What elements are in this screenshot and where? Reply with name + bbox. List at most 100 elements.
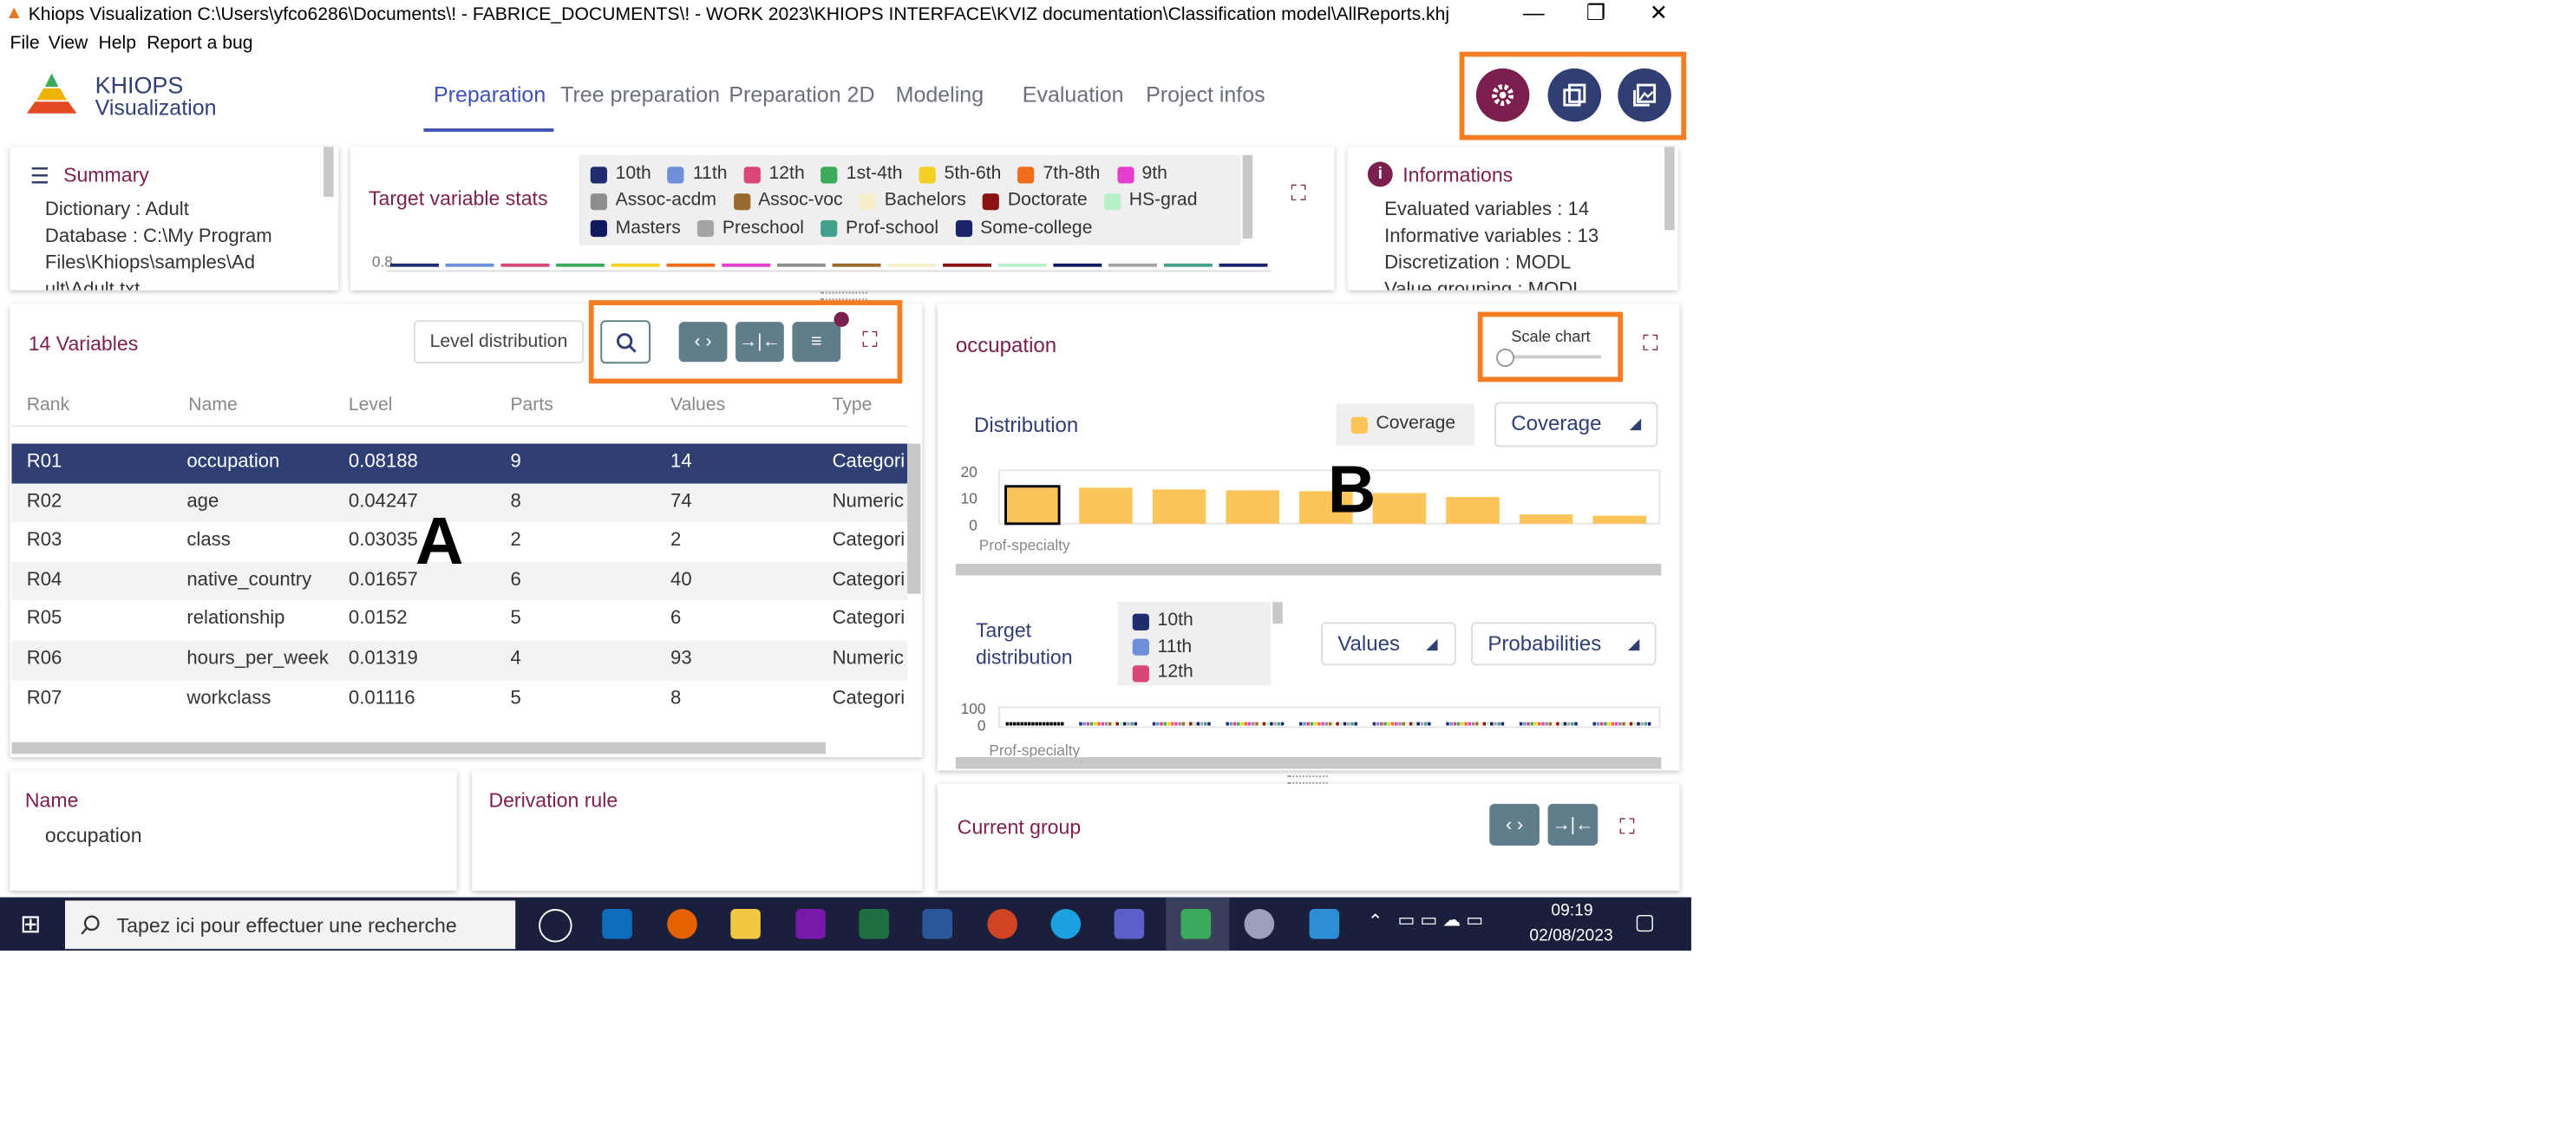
scale-chart-slider-track[interactable] <box>1500 355 1602 359</box>
target-distribution-bar[interactable] <box>1178 722 1181 726</box>
search-button[interactable] <box>600 320 651 364</box>
target-distribution-bar[interactable] <box>1031 722 1035 726</box>
target-distribution-bar[interactable] <box>1416 722 1420 726</box>
task-view-icon[interactable] <box>539 909 572 943</box>
target-distribution-bar[interactable] <box>1592 722 1596 726</box>
target-distribution-bar[interactable] <box>1332 722 1336 726</box>
target-distribution-legend-item[interactable]: 12th <box>1132 661 1193 687</box>
probabilities-select[interactable]: Probabilities ◢ <box>1471 622 1657 666</box>
target-distribution-bar[interactable] <box>1479 722 1482 726</box>
target-distribution-bar[interactable] <box>1174 722 1178 726</box>
target-distribution-bar[interactable] <box>1244 722 1248 726</box>
target-distribution-bar[interactable] <box>1413 722 1416 726</box>
target-distribution-bar[interactable] <box>1383 722 1387 726</box>
target-distribution-bar[interactable] <box>1273 722 1277 726</box>
table-row[interactable]: R05 relationship 0.0152 5 6 Categori <box>11 601 907 640</box>
distribution-bar[interactable] <box>1004 485 1061 526</box>
target-distribution-bar[interactable] <box>1108 722 1112 726</box>
summary-scrollbar[interactable] <box>324 147 334 197</box>
target-distribution-bar[interactable] <box>1170 722 1174 726</box>
informations-scrollbar[interactable] <box>1664 147 1675 231</box>
target-stats-expand-icon[interactable]: ⛶ <box>1291 180 1306 207</box>
target-distribution-bar[interactable] <box>1152 722 1156 726</box>
target-distribution-bar[interactable] <box>1005 722 1010 726</box>
target-distribution-bar[interactable] <box>1494 722 1497 726</box>
target-legend-item[interactable]: Prof-school <box>821 216 938 242</box>
target-distribution-bar[interactable] <box>1115 722 1119 726</box>
taskbar-search[interactable]: Tapez ici pour effectuer une recherche <box>64 900 516 950</box>
target-distribution-bar[interactable] <box>1398 722 1402 726</box>
target-distribution-bar[interactable] <box>1380 722 1383 726</box>
table-row[interactable]: R06 hours_per_week 0.01319 4 93 Numeric <box>11 640 908 680</box>
target-distribution-bar[interactable] <box>1497 722 1500 726</box>
target-distribution-bar[interactable] <box>1097 722 1101 726</box>
target-distribution-bar[interactable] <box>1405 722 1409 726</box>
tab-evaluation[interactable]: Evaluation <box>1023 82 1124 107</box>
target-distribution-bar[interactable] <box>1618 722 1622 726</box>
target-distribution-bar[interactable] <box>1252 722 1255 726</box>
target-distribution-bar[interactable] <box>1167 722 1171 726</box>
target-distribution-legend-item[interactable]: 10th <box>1132 609 1193 635</box>
target-distribution-bar[interactable] <box>1456 722 1461 726</box>
target-distribution-bar[interactable] <box>1229 722 1233 726</box>
target-distribution-bar[interactable] <box>1629 722 1633 726</box>
target-distribution-bar[interactable] <box>1336 722 1339 726</box>
target-distribution-bar[interactable] <box>1468 722 1472 726</box>
col-header-rank[interactable]: Rank <box>27 395 69 415</box>
target-distribution-bar[interactable] <box>1328 722 1332 726</box>
target-distribution-bar[interactable] <box>1599 722 1604 726</box>
target-legend-item[interactable]: 12th <box>743 162 805 188</box>
distribution-bar[interactable] <box>1372 493 1427 524</box>
target-distribution-bar[interactable] <box>1049 722 1053 726</box>
target-distribution-bar[interactable] <box>1324 722 1329 726</box>
target-distribution-bar[interactable] <box>1548 722 1553 726</box>
level-distribution-button[interactable]: Level distribution <box>413 320 585 364</box>
target-distribution-bar[interactable] <box>1303 722 1306 726</box>
target-distribution-bar[interactable] <box>1127 722 1130 726</box>
target-distribution-bar[interactable] <box>1523 722 1527 726</box>
target-distribution-bar[interactable] <box>1112 722 1115 726</box>
variables-expand-icon[interactable]: ⛶ <box>862 327 878 354</box>
target-distribution-bar[interactable] <box>1423 722 1428 726</box>
target-legend-item[interactable]: Doctorate <box>983 189 1088 215</box>
current-group-expand-icon[interactable]: ⛶ <box>1619 814 1635 840</box>
target-distribution-bar[interactable] <box>1299 722 1303 726</box>
target-distribution-bar[interactable] <box>1428 722 1431 726</box>
target-distribution-bar[interactable] <box>1519 722 1523 726</box>
copy-datas-button[interactable] <box>1547 68 1602 122</box>
notifications-icon[interactable]: ▢ <box>1635 909 1656 936</box>
menu-report-bug[interactable]: Report a bug <box>147 33 252 53</box>
target-distribution-bar[interactable] <box>1086 722 1090 726</box>
target-distribution-bar[interactable] <box>1046 722 1049 726</box>
target-distribution-bar[interactable] <box>1185 722 1189 726</box>
target-legend-item[interactable]: HS-grad <box>1103 189 1197 215</box>
onenote-icon[interactable] <box>795 909 826 939</box>
table-row[interactable]: R07 workclass 0.01116 5 8 Categori <box>11 680 907 719</box>
target-legend-item[interactable]: Some-college <box>955 216 1092 242</box>
target-distribution-bar[interactable] <box>1247 722 1252 726</box>
target-distribution-bar[interactable] <box>1027 722 1031 726</box>
target-distribution-bar[interactable] <box>1500 722 1505 726</box>
target-distribution-bar[interactable] <box>1545 722 1548 726</box>
target-distribution-bar[interactable] <box>1402 722 1405 726</box>
excel-icon[interactable] <box>859 909 889 939</box>
distribution-bar[interactable] <box>1592 515 1647 524</box>
target-distribution-legend-item[interactable]: 11th <box>1132 635 1193 661</box>
target-distribution-bar[interactable] <box>1277 722 1281 726</box>
target-distribution-bar[interactable] <box>1181 722 1186 726</box>
target-distribution-bar[interactable] <box>1009 722 1013 726</box>
target-distribution-bar[interactable] <box>1255 722 1259 726</box>
target-distribution-bar[interactable] <box>1490 722 1494 726</box>
target-distribution-bar[interactable] <box>1633 722 1637 726</box>
occupation-expand-icon[interactable]: ⛶ <box>1643 330 1658 357</box>
tab-tree-preparation[interactable]: Tree preparation <box>560 82 720 107</box>
edge-icon[interactable] <box>1050 909 1082 939</box>
target-distribution-bar[interactable] <box>1596 722 1600 726</box>
target-distribution-bar[interactable] <box>1420 722 1424 726</box>
legend-scrollbar[interactable] <box>1242 154 1253 239</box>
tab-modeling[interactable]: Modeling <box>896 82 984 107</box>
target-distribution-bar[interactable] <box>1038 722 1043 726</box>
target-distribution-scrollbar[interactable] <box>955 757 1662 769</box>
target-distribution-bar[interactable] <box>1446 722 1449 726</box>
distribution-bar[interactable] <box>1226 490 1279 524</box>
